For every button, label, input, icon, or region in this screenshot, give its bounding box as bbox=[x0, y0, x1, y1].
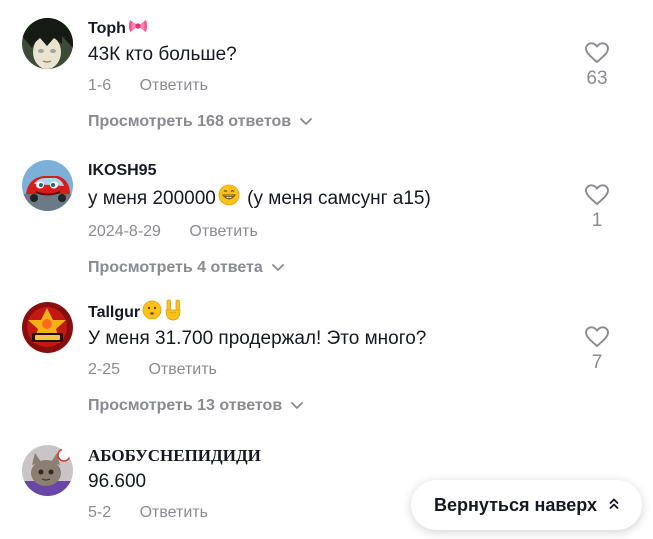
comment-date: 5-2 bbox=[88, 504, 112, 521]
comment-date: 2024-8-29 bbox=[88, 223, 161, 240]
avatar[interactable] bbox=[22, 445, 73, 496]
avatar-image bbox=[22, 18, 73, 69]
like-count: 7 bbox=[591, 352, 603, 373]
avatar[interactable] bbox=[22, 18, 73, 69]
view-replies-label: Просмотреть 4 ответа bbox=[88, 259, 263, 276]
avatar-image bbox=[22, 302, 73, 353]
back-to-top-label: Вернуться наверх bbox=[434, 494, 597, 515]
view-replies-button[interactable]: Просмотреть 4 ответа bbox=[88, 258, 568, 278]
rock-hand-icon bbox=[164, 299, 182, 328]
reply-button[interactable]: Ответить bbox=[148, 360, 216, 380]
back-to-top-button[interactable]: Вернуться наверх bbox=[411, 480, 642, 530]
hushed-face-icon bbox=[142, 300, 162, 327]
username[interactable]: IKOSH95 bbox=[88, 160, 568, 182]
avatar-image bbox=[22, 445, 73, 496]
like-section: 1 bbox=[582, 184, 612, 232]
like-count: 1 bbox=[591, 210, 603, 231]
avatar[interactable] bbox=[22, 302, 73, 353]
reply-button[interactable]: Ответить bbox=[140, 76, 208, 96]
chevron-down-icon bbox=[300, 112, 312, 132]
comment-date: 1-6 bbox=[88, 77, 112, 94]
like-count: 63 bbox=[586, 68, 608, 89]
comment-date: 2-25 bbox=[88, 361, 121, 378]
username-text[interactable]: IKOSH95 bbox=[88, 160, 156, 182]
comment-meta: 2-25 Ответить bbox=[88, 360, 568, 380]
double-chevron-up-icon bbox=[609, 495, 619, 516]
comment-meta: 2024-8-29 Ответить bbox=[88, 222, 568, 242]
heart-icon[interactable] bbox=[585, 42, 609, 64]
comment-text: у меня 200000 (у меня самсунг а15) bbox=[88, 184, 568, 214]
username-text[interactable]: Tallgur bbox=[88, 302, 140, 324]
reply-button[interactable]: Ответить bbox=[140, 503, 208, 523]
reply-button[interactable]: Ответить bbox=[189, 222, 257, 242]
heart-icon[interactable] bbox=[585, 326, 609, 348]
view-replies-button[interactable]: Просмотреть 168 ответов bbox=[88, 112, 568, 132]
comment-text-part: у меня 200000 bbox=[88, 188, 216, 209]
comment-text-part: (у меня самсунг а15) bbox=[241, 188, 431, 209]
avatar-image bbox=[22, 160, 73, 211]
comment-meta: 1-6 Ответить bbox=[88, 76, 568, 96]
username-text[interactable]: АБОБУСНЕПИДИДИ bbox=[88, 445, 261, 467]
username[interactable]: Tallgur bbox=[88, 299, 568, 327]
view-replies-button[interactable]: Просмотреть 13 ответов bbox=[88, 396, 568, 416]
ribbon-bow-icon bbox=[128, 18, 148, 41]
chevron-down-icon bbox=[271, 258, 284, 278]
like-section: 7 bbox=[582, 326, 612, 374]
username[interactable]: Toph bbox=[88, 18, 568, 40]
grinning-face-icon bbox=[218, 184, 240, 214]
heart-icon[interactable] bbox=[585, 184, 609, 206]
avatar[interactable] bbox=[22, 160, 73, 211]
username[interactable]: АБОБУСНЕПИДИДИ bbox=[88, 445, 568, 467]
comment-text: У меня 31.700 продержал! Это много? bbox=[88, 328, 427, 349]
view-replies-label: Просмотреть 168 ответов bbox=[88, 113, 292, 130]
like-section: 63 bbox=[582, 42, 612, 90]
view-replies-label: Просмотреть 13 ответов bbox=[88, 397, 283, 414]
chevron-down-icon bbox=[291, 396, 304, 416]
username-text[interactable]: Toph bbox=[88, 18, 126, 40]
comment-text: 43К кто больше? bbox=[88, 44, 237, 65]
